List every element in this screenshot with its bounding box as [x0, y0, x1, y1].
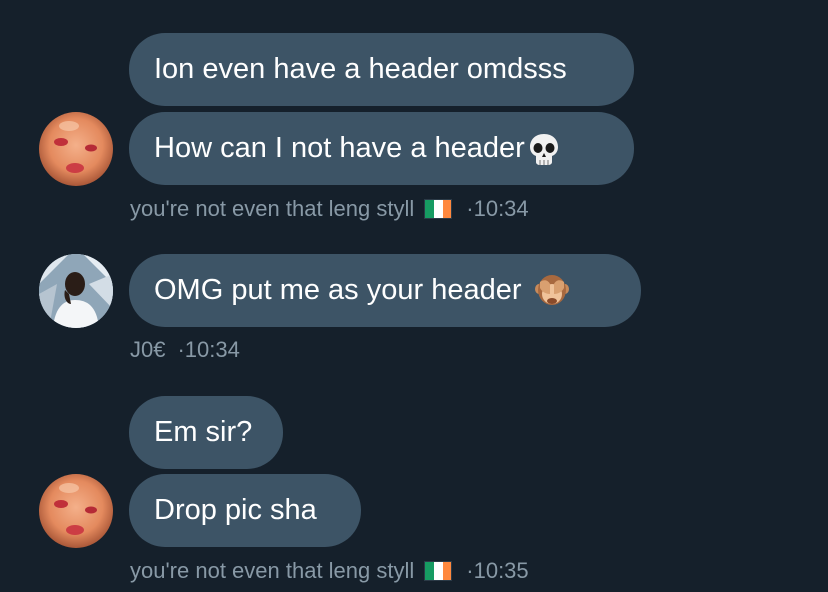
message-meta: J0€ ·10:34: [130, 337, 240, 363]
timestamp: ·10:34: [177, 337, 240, 362]
message-text: Drop pic sha: [154, 494, 317, 526]
message-meta: you're not even that leng styll ·10:35: [130, 558, 529, 584]
message-text: Em sir?: [154, 416, 253, 448]
message-text: OMG put me as your header: [154, 274, 522, 306]
message-meta: you're not even that leng styll ·10:34: [130, 196, 529, 222]
sender-name[interactable]: J0€: [130, 337, 165, 363]
message-bubble[interactable]: Drop pic sha: [129, 474, 361, 547]
timestamp: ·10:34: [466, 196, 529, 221]
message-text: Ion even have a header omdsss: [154, 53, 567, 85]
message-bubble[interactable]: Ion even have a header omdsss: [129, 33, 634, 106]
message-text: How can I not have a header: [154, 132, 525, 164]
sender-name[interactable]: you're not even that leng styll: [130, 558, 414, 584]
avatar[interactable]: [39, 112, 113, 186]
avatar[interactable]: [39, 254, 113, 328]
message-bubble[interactable]: How can I not have a header: [129, 112, 634, 185]
avatar[interactable]: [39, 474, 113, 548]
sender-name[interactable]: you're not even that leng styll: [130, 196, 414, 222]
skull-icon: [528, 132, 560, 166]
message-bubble[interactable]: OMG put me as your header: [129, 254, 641, 327]
flag-ireland-icon: [424, 561, 453, 581]
message-bubble[interactable]: Em sir?: [129, 396, 283, 469]
see-no-evil-monkey-icon: [534, 274, 570, 308]
flag-ireland-icon: [424, 199, 453, 219]
timestamp: ·10:35: [466, 558, 529, 583]
